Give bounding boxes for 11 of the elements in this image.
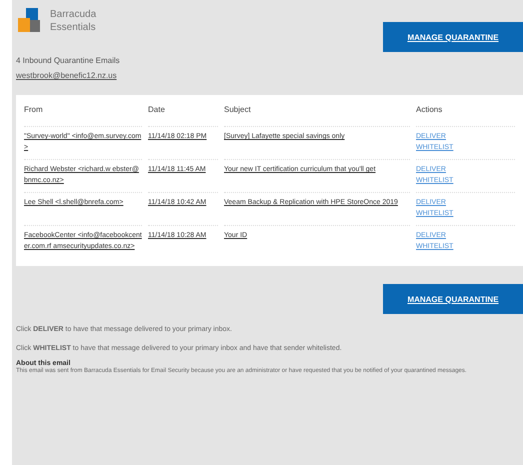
manage-quarantine-button[interactable]: MANAGE QUARANTINE <box>383 22 523 52</box>
column-header: Date <box>148 105 166 116</box>
column-header: Actions <box>416 105 444 116</box>
column-header: Subject <box>224 105 252 116</box>
logo-text: Barracuda <box>50 8 96 21</box>
quarantine-count: 4 Inbound Quarantine Emails <box>16 56 121 65</box>
logo-text: Essentials <box>50 21 96 34</box>
manage-quarantine-button[interactable]: MANAGE QUARANTINE <box>383 284 523 314</box>
column-header: From <box>24 105 44 116</box>
email-address-link[interactable]: westbrook@benefic12.nz.us <box>16 71 117 80</box>
logo-icon <box>16 8 42 34</box>
